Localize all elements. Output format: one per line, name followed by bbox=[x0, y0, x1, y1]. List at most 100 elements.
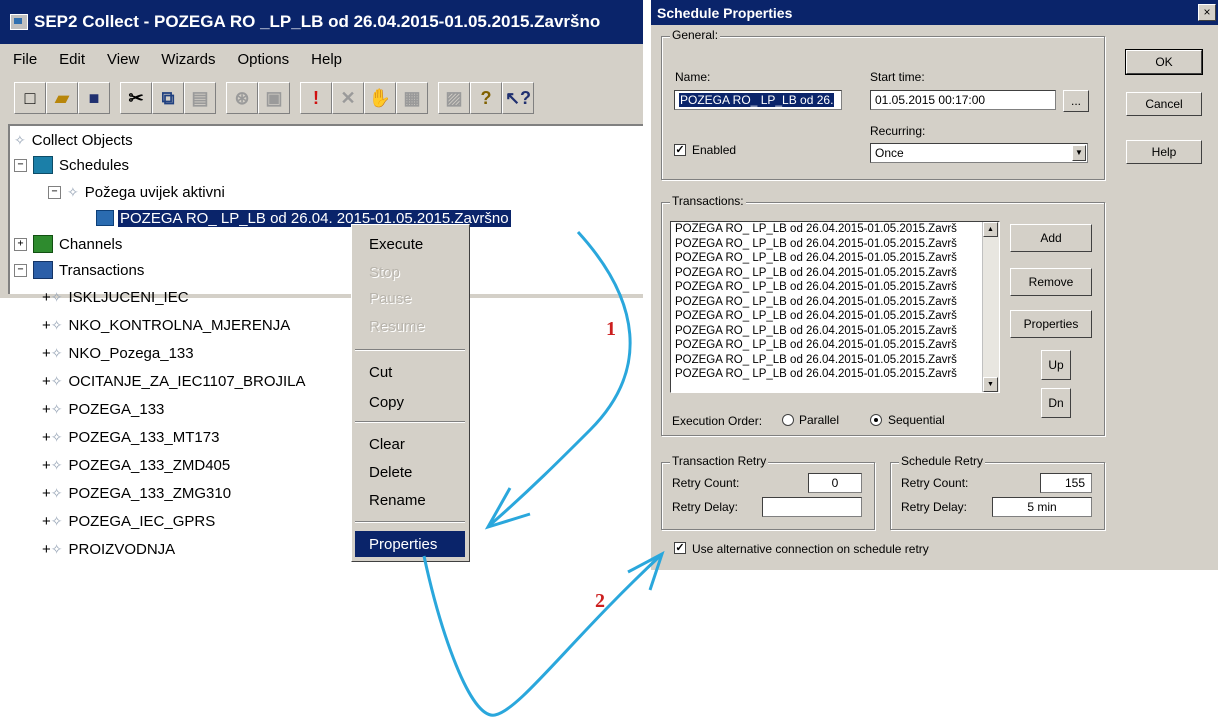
ok-button[interactable]: OK bbox=[1125, 49, 1203, 75]
menu-item-resume[interactable]: Resume bbox=[355, 313, 465, 339]
list-item[interactable]: POZEGA RO_ LP_LB od 26.04.2015-01.05.201… bbox=[671, 367, 999, 382]
browse-button[interactable]: ... bbox=[1063, 90, 1089, 112]
menu-item-copy[interactable]: Copy bbox=[355, 389, 465, 415]
menu-help[interactable]: Help bbox=[298, 51, 351, 68]
scroll-down-icon[interactable]: ▼ bbox=[983, 377, 998, 392]
collapse-icon[interactable]: − bbox=[48, 185, 61, 199]
help-icon[interactable]: ? bbox=[470, 82, 502, 114]
collapse-icon[interactable]: − bbox=[14, 263, 27, 277]
help-button[interactable]: Help bbox=[1126, 140, 1202, 164]
hand-icon[interactable]: ✋ bbox=[364, 82, 396, 114]
expand-icon[interactable]: + bbox=[42, 485, 51, 502]
list-item[interactable]: POZEGA RO_ LP_LB od 26.04.2015-01.05.201… bbox=[671, 338, 999, 353]
sequential-radio[interactable] bbox=[870, 414, 882, 426]
list-item[interactable]: POZEGA RO_ LP_LB od 26.04.2015-01.05.201… bbox=[671, 280, 999, 295]
menu-item-delete[interactable]: Delete bbox=[355, 459, 465, 485]
list-item[interactable]: POZEGA RO_ LP_LB od 26.04.2015-01.05.201… bbox=[671, 324, 999, 339]
list-item[interactable]: POZEGA RO_ LP_LB od 26.04.2015-01.05.201… bbox=[671, 353, 999, 368]
menu-wizards[interactable]: Wizards bbox=[148, 51, 224, 68]
close-icon[interactable]: × bbox=[1198, 4, 1216, 21]
tree-transactions[interactable]: − Transactions bbox=[14, 258, 144, 282]
transaction-item[interactable]: + ✧ NKO_KONTROLNA_MJERENJA bbox=[42, 312, 290, 338]
transaction-retry-count-field[interactable]: 0 bbox=[808, 473, 862, 493]
schedule-retry-count-field[interactable]: 155 bbox=[1040, 473, 1092, 493]
menu-options[interactable]: Options bbox=[224, 51, 298, 68]
copy-icon[interactable]: ⧉ bbox=[152, 82, 184, 114]
cancel-button[interactable]: Cancel bbox=[1126, 92, 1202, 116]
menu-item-pause[interactable]: Pause bbox=[355, 285, 465, 311]
expand-icon[interactable]: + bbox=[42, 317, 51, 334]
tree-root-label: Collect Objects bbox=[31, 131, 133, 149]
start-time-field[interactable]: 01.05.2015 00:17:00 bbox=[870, 90, 1056, 110]
list-item[interactable]: POZEGA RO_ LP_LB od 26.04.2015-01.05.201… bbox=[671, 309, 999, 324]
tree-schedules[interactable]: − Schedules bbox=[14, 153, 129, 177]
expand-icon[interactable]: + bbox=[42, 457, 51, 474]
transaction-label: NKO_KONTROLNA_MJERENJA bbox=[68, 316, 291, 334]
tree-schedule-group[interactable]: − ✧ Požega uvijek aktivni bbox=[48, 180, 225, 204]
schedule-retry-delay-field[interactable]: 5 min bbox=[992, 497, 1092, 517]
transaction-item[interactable]: + ✧ NKO_Pozega_133 bbox=[42, 340, 194, 366]
list-item[interactable]: POZEGA RO_ LP_LB od 26.04.2015-01.05.201… bbox=[671, 237, 999, 252]
print-icon[interactable]: ▨ bbox=[438, 82, 470, 114]
expand-icon[interactable]: + bbox=[42, 401, 51, 418]
menu-item-clear[interactable]: Clear bbox=[355, 431, 465, 457]
parallel-radio[interactable] bbox=[782, 414, 794, 426]
transaction-item[interactable]: + ✧ ISKLJUCENI_IEC bbox=[42, 284, 189, 310]
scrollbar[interactable]: ▲ ▼ bbox=[982, 222, 999, 392]
connect-icon[interactable]: ⊛ bbox=[226, 82, 258, 114]
menu-item-properties[interactable]: Properties bbox=[355, 531, 465, 557]
expand-icon[interactable]: + bbox=[42, 429, 51, 446]
grid-icon[interactable]: ▦ bbox=[396, 82, 428, 114]
paste-icon[interactable]: ▤ bbox=[184, 82, 216, 114]
open-icon[interactable]: ▰ bbox=[46, 82, 78, 114]
menu-edit[interactable]: Edit bbox=[46, 51, 94, 68]
menu-item-cut[interactable]: Cut bbox=[355, 359, 465, 385]
alt-connection-checkbox[interactable]: ✓ bbox=[674, 542, 686, 554]
transaction-item[interactable]: + ✧ POZEGA_133_ZMD405 bbox=[42, 452, 230, 478]
transaction-item[interactable]: + ✧ POZEGA_IEC_GPRS bbox=[42, 508, 215, 534]
transaction-item[interactable]: + ✧ POZEGA_133_ZMG310 bbox=[42, 480, 231, 506]
menu-view[interactable]: View bbox=[94, 51, 148, 68]
save-icon[interactable]: ■ bbox=[78, 82, 110, 114]
list-item[interactable]: POZEGA RO_ LP_LB od 26.04.2015-01.05.201… bbox=[671, 251, 999, 266]
up-button[interactable]: Up bbox=[1041, 350, 1071, 380]
new-icon[interactable]: □ bbox=[14, 82, 46, 114]
transactions-list[interactable]: POZEGA RO_ LP_LB od 26.04.2015-01.05.201… bbox=[670, 221, 1000, 393]
expand-icon[interactable]: + bbox=[42, 541, 51, 558]
add-button[interactable]: Add bbox=[1010, 224, 1092, 252]
enabled-checkbox[interactable]: ✓ bbox=[674, 144, 686, 156]
transaction-retry-delay-field[interactable] bbox=[762, 497, 862, 517]
recurring-dropdown[interactable]: Once ▼ bbox=[870, 143, 1088, 163]
name-field[interactable]: POZEGA RO_ LP_LB od 26. bbox=[674, 90, 842, 110]
properties-icon[interactable]: ▣ bbox=[258, 82, 290, 114]
cut-icon[interactable]: ✂ bbox=[120, 82, 152, 114]
menu-item-execute[interactable]: Execute bbox=[355, 231, 465, 257]
menu-item-rename[interactable]: Rename bbox=[355, 487, 465, 513]
exclamation-icon[interactable]: ! bbox=[300, 82, 332, 114]
expand-icon[interactable]: + bbox=[42, 345, 51, 362]
transaction-item[interactable]: + ✧ POZEGA_133 bbox=[42, 396, 164, 422]
collapse-icon[interactable]: − bbox=[14, 158, 27, 172]
context-help-icon[interactable]: ↖? bbox=[502, 82, 534, 114]
list-item[interactable]: POZEGA RO_ LP_LB od 26.04.2015-01.05.201… bbox=[671, 295, 999, 310]
menu-file[interactable]: File bbox=[0, 51, 46, 68]
transaction-properties-button[interactable]: Properties bbox=[1010, 310, 1092, 338]
menu-item-stop[interactable]: Stop bbox=[355, 259, 465, 285]
down-button[interactable]: Dn bbox=[1041, 388, 1071, 418]
transaction-item[interactable]: + ✧ POZEGA_133_MT173 bbox=[42, 424, 219, 450]
tree-channels[interactable]: + Channels bbox=[14, 232, 122, 256]
expand-icon[interactable]: + bbox=[14, 237, 27, 251]
transaction-item[interactable]: + ✧ OCITANJE_ZA_IEC1107_BROJILA bbox=[42, 368, 306, 394]
remove-button[interactable]: Remove bbox=[1010, 268, 1092, 296]
stop-icon[interactable]: ✕ bbox=[332, 82, 364, 114]
list-item[interactable]: POZEGA RO_ LP_LB od 26.04.2015-01.05.201… bbox=[671, 222, 999, 237]
expand-icon[interactable]: + bbox=[42, 513, 51, 530]
transaction-item[interactable]: + ✧ PROIZVODNJA bbox=[42, 536, 175, 562]
expand-icon[interactable]: + bbox=[42, 373, 51, 390]
transaction-retry-label: Transaction Retry bbox=[670, 454, 769, 468]
scroll-up-icon[interactable]: ▲ bbox=[983, 222, 998, 237]
tree-root[interactable]: ✧ Collect Objects bbox=[14, 128, 133, 152]
chevron-down-icon[interactable]: ▼ bbox=[1072, 145, 1086, 161]
list-item[interactable]: POZEGA RO_ LP_LB od 26.04.2015-01.05.201… bbox=[671, 266, 999, 281]
expand-icon[interactable]: + bbox=[42, 289, 51, 306]
